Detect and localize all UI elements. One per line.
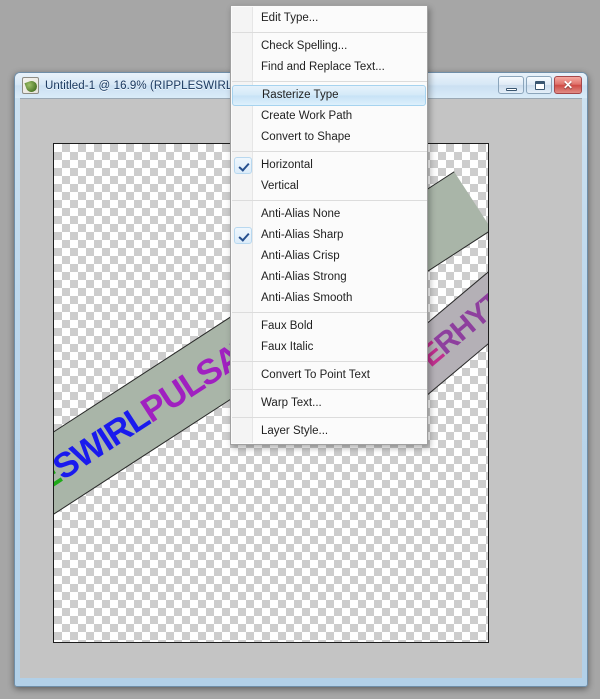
menu-item-label: Anti-Alias Sharp [261, 229, 344, 241]
menu-item-anti-alias-smooth[interactable]: Anti-Alias Smooth [231, 288, 427, 309]
menu-item-label: Anti-Alias Smooth [261, 292, 353, 304]
menu-item-label: Find and Replace Text... [261, 61, 385, 73]
menu-item-label: Layer Style... [261, 425, 329, 437]
minimize-icon [506, 88, 517, 91]
menu-separator [232, 312, 427, 313]
menu-separator [232, 32, 427, 33]
photoshop-document-icon [22, 77, 39, 94]
menu-item-anti-alias-none[interactable]: Anti-Alias None [231, 204, 427, 225]
menu-item-anti-alias-crisp[interactable]: Anti-Alias Crisp [231, 246, 427, 267]
menu-item-edit-type[interactable]: Edit Type... [231, 8, 427, 29]
close-icon: ✕ [562, 78, 574, 92]
menu-item-anti-alias-strong[interactable]: Anti-Alias Strong [231, 267, 427, 288]
checkmark-icon [234, 227, 252, 244]
type-layer-context-menu[interactable]: Edit Type... Check Spelling... Find and Re… [230, 5, 428, 445]
menu-item-layer-style[interactable]: Layer Style... [231, 421, 427, 442]
menu-item-label: Anti-Alias Strong [261, 271, 347, 283]
checkmark-icon [234, 157, 252, 174]
menu-item-label: Vertical [261, 180, 299, 192]
menu-item-label: Warp Text... [261, 397, 322, 409]
menu-item-rasterize-type[interactable]: Rasterize Type [232, 85, 426, 106]
restore-button[interactable] [526, 76, 552, 94]
menu-item-label: Faux Bold [261, 320, 313, 332]
menu-separator [232, 200, 427, 201]
menu-item-label: Rasterize Type [262, 89, 339, 101]
menu-item-horizontal[interactable]: Horizontal [231, 155, 427, 176]
menu-item-faux-italic[interactable]: Faux Italic [231, 337, 427, 358]
menu-item-label: Faux Italic [261, 341, 314, 353]
menu-item-create-work-path[interactable]: Create Work Path [231, 106, 427, 127]
menu-separator [232, 361, 427, 362]
menu-item-label: Check Spelling... [261, 40, 348, 52]
menu-item-find-and-replace-text[interactable]: Find and Replace Text... [231, 57, 427, 78]
word-swirl: SWIRL [53, 397, 156, 488]
close-button[interactable]: ✕ [554, 76, 582, 94]
minimize-button[interactable] [498, 76, 524, 94]
menu-item-list: Edit Type... Check Spelling... Find and Re… [231, 8, 427, 442]
menu-separator [232, 417, 427, 418]
menu-item-anti-alias-sharp[interactable]: Anti-Alias Sharp [231, 225, 427, 246]
menu-separator [232, 389, 427, 390]
menu-item-label: Anti-Alias None [261, 208, 341, 220]
menu-item-vertical[interactable]: Vertical [231, 176, 427, 197]
word-rhythm: RHYTHM [428, 257, 489, 362]
menu-separator [232, 81, 427, 82]
menu-item-label: Create Work Path [261, 110, 353, 122]
restore-icon [535, 81, 545, 90]
menu-item-label: Convert To Point Text [261, 369, 370, 381]
menu-item-label: Anti-Alias Crisp [261, 250, 340, 262]
menu-item-convert-to-shape[interactable]: Convert to Shape [231, 127, 427, 148]
menu-item-label: Edit Type... [261, 12, 319, 24]
menu-item-label: Horizontal [261, 159, 313, 171]
menu-item-convert-to-point-text[interactable]: Convert To Point Text [231, 365, 427, 386]
desktop-background: Untitled-1 @ 16.9% (RIPPLESWIRLPUL ✕ W [0, 0, 600, 699]
window-controls: ✕ [498, 76, 582, 94]
menu-item-warp-text[interactable]: Warp Text... [231, 393, 427, 414]
menu-item-faux-bold[interactable]: Faux Bold [231, 316, 427, 337]
document-title: Untitled-1 @ 16.9% (RIPPLESWIRLPUL [45, 79, 256, 92]
menu-item-check-spelling[interactable]: Check Spelling... [231, 36, 427, 57]
menu-item-label: Convert to Shape [261, 131, 351, 143]
menu-separator [232, 151, 427, 152]
